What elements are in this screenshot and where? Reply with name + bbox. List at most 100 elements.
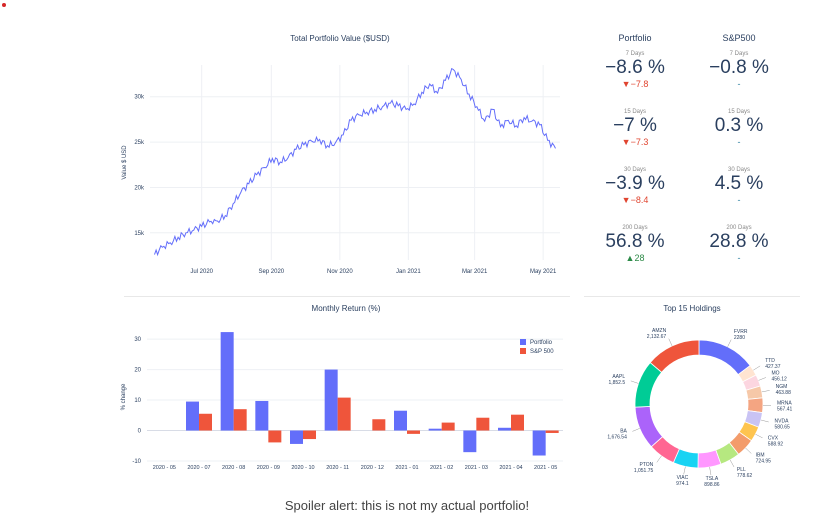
y-tick-label: 25k: [134, 140, 145, 146]
stat-value: 28.8 %: [709, 231, 769, 252]
portfolio-stat-cell: 7 Days −8.6 % ▼−7.8: [590, 51, 680, 89]
slice-value-label: 463.88: [776, 390, 792, 396]
y-tick-label: 30k: [134, 95, 145, 101]
portfolio-bar: [498, 427, 511, 431]
monthly-return-bar-chart: -10 0 10 20 30 % change 2020 - 05 2020 - 07 2020…: [121, 332, 563, 471]
legend-swatch: [520, 339, 526, 345]
slice-leader-line: [709, 467, 712, 476]
y-tick-label: 20k: [134, 185, 145, 191]
donut-slice-ba: [634, 406, 664, 448]
slice-leader-line: [668, 338, 673, 347]
sp500-bar: [407, 430, 420, 434]
stat-delta: -: [737, 253, 741, 263]
sp500-bar: [372, 419, 386, 431]
sp500-bar: [199, 413, 212, 431]
stat-delta: -: [737, 137, 741, 147]
slice-value-label: 580.65: [775, 425, 791, 431]
corner-dot: [2, 3, 6, 7]
x-tick-label: May 2021: [530, 269, 557, 275]
slice-value-label: 724.95: [756, 459, 772, 465]
portfolio-bar: [186, 401, 199, 431]
portfolio-bar: [463, 430, 477, 453]
legend-label: S&P 500: [530, 349, 554, 355]
portfolio-stat-cell: 15 Days −7 % ▼−7.3: [590, 109, 680, 147]
sp500-bar: [545, 430, 559, 433]
sp500-stat-cell: 200 Days 28.8 % -: [694, 225, 784, 263]
x-tick-label: 2021 - 01: [395, 465, 418, 471]
slice-leader-line: [632, 428, 640, 432]
y-axis-label: Value $ USD: [122, 145, 128, 180]
legend-label: Portfolio: [530, 340, 553, 346]
line-chart-title: Total Portfolio Value ($USD): [290, 34, 390, 43]
slice-value-label: 778.62: [737, 473, 753, 479]
slice-leader-line: [656, 455, 662, 463]
stat-value: 0.3 %: [714, 115, 764, 136]
slice-value-label: 2280: [734, 335, 745, 341]
x-tick-label: 2020 - 05: [153, 465, 176, 471]
slice-leader-line: [729, 459, 735, 468]
top-holdings-donut-chart: FVRR2280TTD427.37MO456.12NGM463.88MRNA56…: [607, 328, 793, 488]
slice-value-label: 2,132.67: [647, 334, 667, 340]
donut-slice-fvrr: [698, 339, 751, 376]
y-tick-label: 20: [134, 368, 141, 374]
slice-leader-line: [745, 447, 752, 454]
sp500-stat-cell: 7 Days −0.8 % -: [694, 51, 784, 89]
stat-value: −0.8 %: [709, 57, 769, 78]
stat-delta: ▲28: [625, 253, 645, 263]
slice-leader-line: [761, 390, 770, 393]
slice-leader-line: [760, 419, 769, 423]
stat-delta: -: [737, 79, 741, 89]
slice-value-label: 1,051.75: [634, 468, 654, 474]
slice-value-label: 427.37: [765, 364, 781, 370]
x-tick-label: Sep 2020: [258, 269, 284, 275]
stat-delta: ▼−7.8: [621, 79, 649, 89]
slice-leader-line: [753, 365, 761, 371]
sp500-stat-cell: 15 Days 0.3 % -: [694, 109, 784, 147]
donut-slice-amzn: [649, 339, 700, 373]
x-tick-label: Jul 2020: [190, 269, 213, 275]
sp500-bar: [268, 430, 282, 443]
slice-value-label: 456.12: [772, 376, 788, 382]
slice-leader-line: [755, 433, 763, 439]
sp500-bar: [337, 397, 351, 431]
stat-value: 56.8 %: [605, 231, 665, 252]
x-tick-label: Nov 2020: [327, 269, 353, 275]
slice-leader-line: [630, 380, 639, 384]
portfolio-value-line-chart: 15k 20k 25k 30k Jul 2020 Sep 2020 Nov 2020 Jan …: [122, 65, 560, 275]
y-axis-label: % change: [121, 383, 127, 410]
portfolio-bar: [428, 428, 442, 431]
sp500-bar: [441, 422, 455, 431]
legend-swatch: [520, 348, 526, 354]
slice-value-label: 567.41: [777, 407, 793, 413]
x-tick-label: 2021 - 02: [430, 465, 453, 471]
portfolio-bar: [220, 332, 234, 431]
sp500-bar: [511, 414, 524, 431]
slice-value-label: 898.86: [704, 482, 720, 488]
portfolio-bar: [290, 430, 303, 444]
y-tick-label: 0: [138, 429, 142, 435]
donut-slice-mrna: [747, 397, 764, 414]
y-tick-label: 15k: [134, 231, 145, 237]
x-tick-label: 2020 - 07: [187, 465, 210, 471]
x-tick-label: Mar 2021: [462, 269, 488, 275]
slice-value-label: 1,676.54: [607, 435, 627, 441]
x-tick-label: 2020 - 08: [222, 465, 245, 471]
slice-leader-line: [727, 339, 732, 347]
slice-leader-line: [683, 466, 686, 475]
y-tick-label: -10: [132, 459, 141, 465]
stat-value: 4.5 %: [714, 173, 764, 194]
x-tick-label: 2020 - 09: [257, 465, 280, 471]
stat-value: −3.9 %: [605, 173, 665, 194]
donut-chart-title: Top 15 Holdings: [663, 304, 721, 313]
x-tick-label: Jan 2021: [396, 269, 421, 275]
slice-value-label: 588.92: [768, 442, 784, 448]
y-tick-label: 10: [134, 398, 141, 404]
slice-value-label: 974.1: [676, 481, 689, 487]
section-divider-left: [124, 296, 570, 297]
y-tick-label: 30: [134, 337, 141, 343]
x-tick-label: 2021 - 04: [499, 465, 522, 471]
x-tick-label: 2021 - 03: [465, 465, 488, 471]
x-tick-label: 2020 - 12: [361, 465, 384, 471]
stat-delta: ▼−8.4: [621, 195, 649, 205]
bar-chart-title: Monthly Return (%): [311, 304, 381, 313]
